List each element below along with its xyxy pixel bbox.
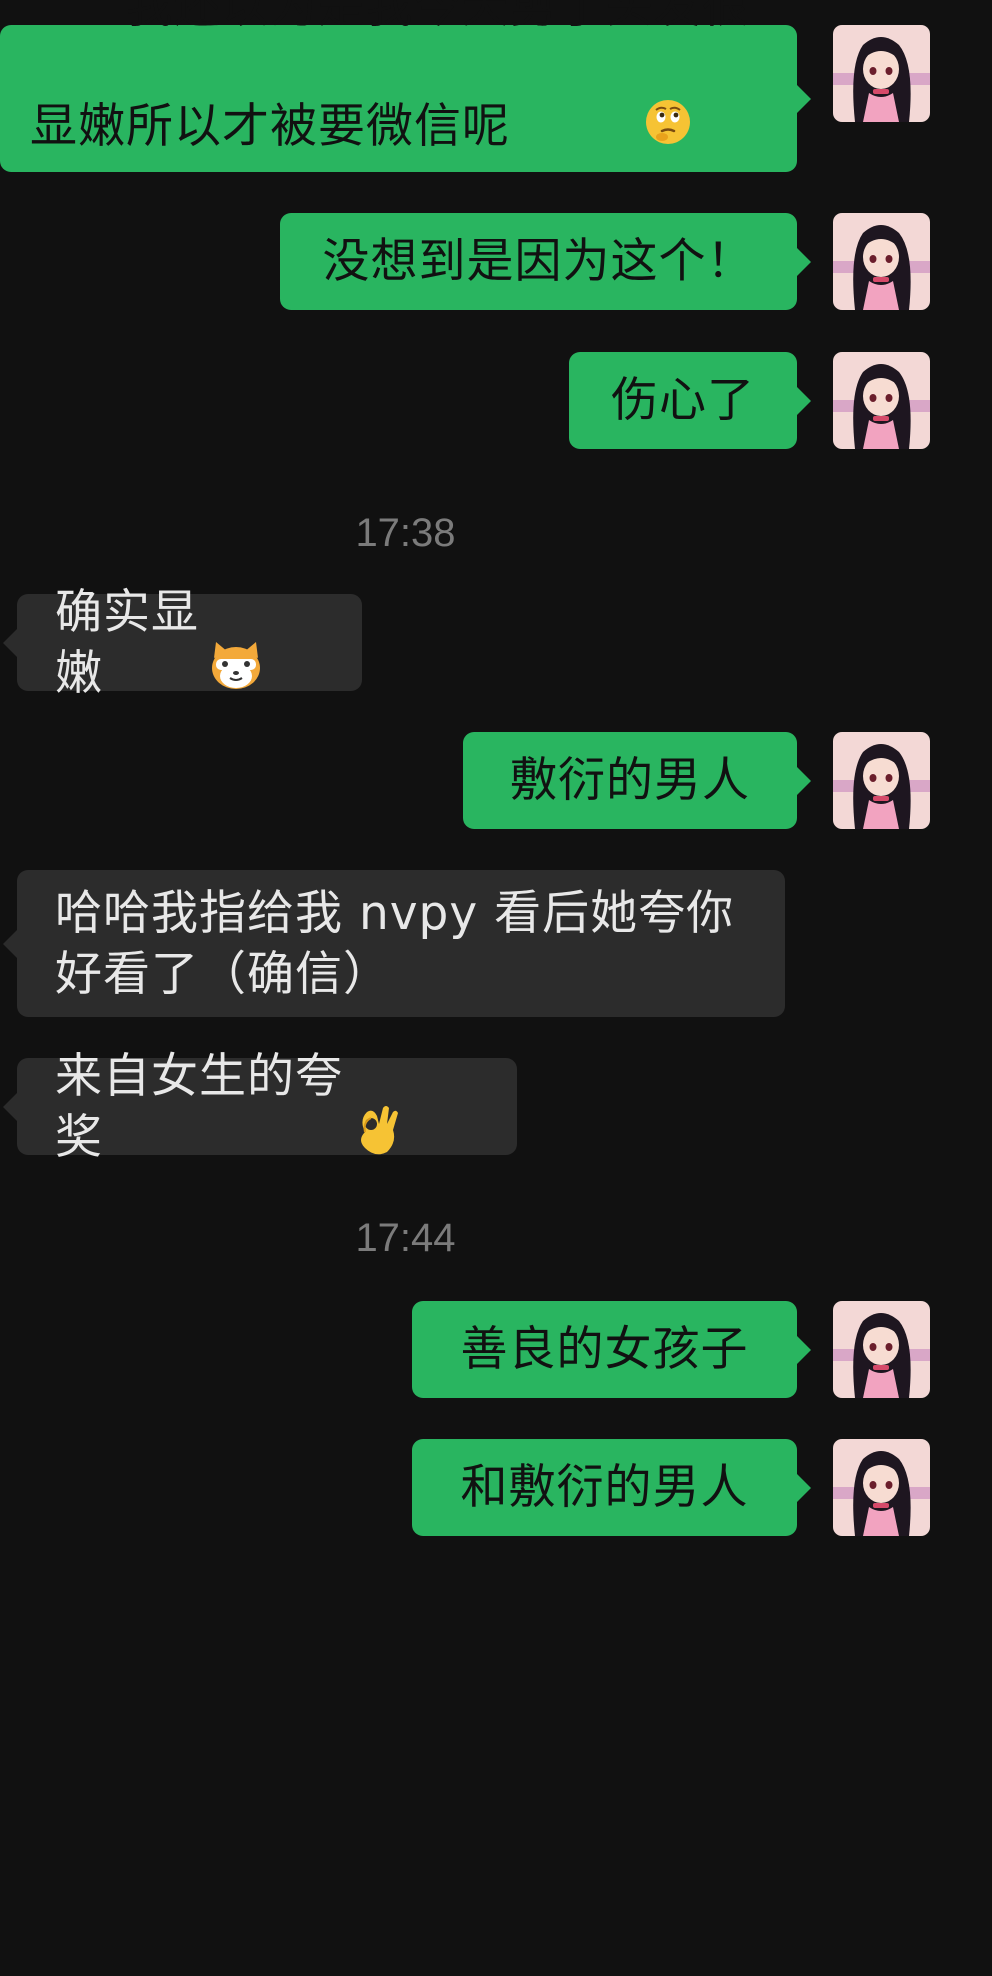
- anime-girl-avatar-icon[interactable]: [833, 1301, 930, 1398]
- sent-message-bubble[interactable]: 敷衍的男人: [463, 732, 811, 829]
- sent-message-bubble[interactable]: 伤心了: [569, 352, 811, 449]
- sent-message-bubble[interactable]: 我还以为是我今天剪了头发很显嫩所以才被要微信呢: [0, 0, 811, 172]
- message-text: 敷衍的男人: [510, 753, 750, 808]
- timestamp: 17:38: [355, 511, 456, 555]
- sent-message-bubble[interactable]: 没想到是因为这个！: [280, 213, 811, 310]
- message-text: 和敷衍的男人: [460, 1460, 749, 1515]
- anime-girl-avatar-icon[interactable]: [833, 1439, 930, 1536]
- message-text: 伤心了: [611, 373, 755, 428]
- anime-girl-avatar-icon[interactable]: [833, 732, 930, 829]
- received-message-bubble[interactable]: 来自女生的夸奖: [3, 1049, 517, 1165]
- sent-message-bubble[interactable]: 和敷衍的男人: [412, 1439, 811, 1536]
- message-text: 没想到是因为这个！: [322, 234, 755, 289]
- received-message-bubble[interactable]: 确实显嫩: [3, 585, 362, 701]
- message-text: 善良的女孩子: [460, 1322, 749, 1377]
- thinking-face-emoji: [516, 37, 692, 222]
- sent-message-bubble[interactable]: 善良的女孩子: [412, 1301, 811, 1398]
- ok-hand-emoji: [351, 980, 479, 1234]
- message-text: 确实显嫩: [55, 584, 199, 701]
- anime-girl-avatar-icon[interactable]: [833, 25, 930, 122]
- chat-message-list: 我还以为是我今天剪了头发很显嫩所以才被要微信呢 没想到是因为这个！ 伤心了 17…: [0, 0, 992, 1976]
- cat-face-emoji: [208, 518, 324, 768]
- timestamp: 17:44: [355, 1216, 456, 1260]
- anime-girl-avatar-icon[interactable]: [833, 352, 930, 449]
- message-text: 来自女生的夸奖: [55, 1048, 343, 1165]
- anime-girl-avatar-icon[interactable]: [833, 213, 930, 310]
